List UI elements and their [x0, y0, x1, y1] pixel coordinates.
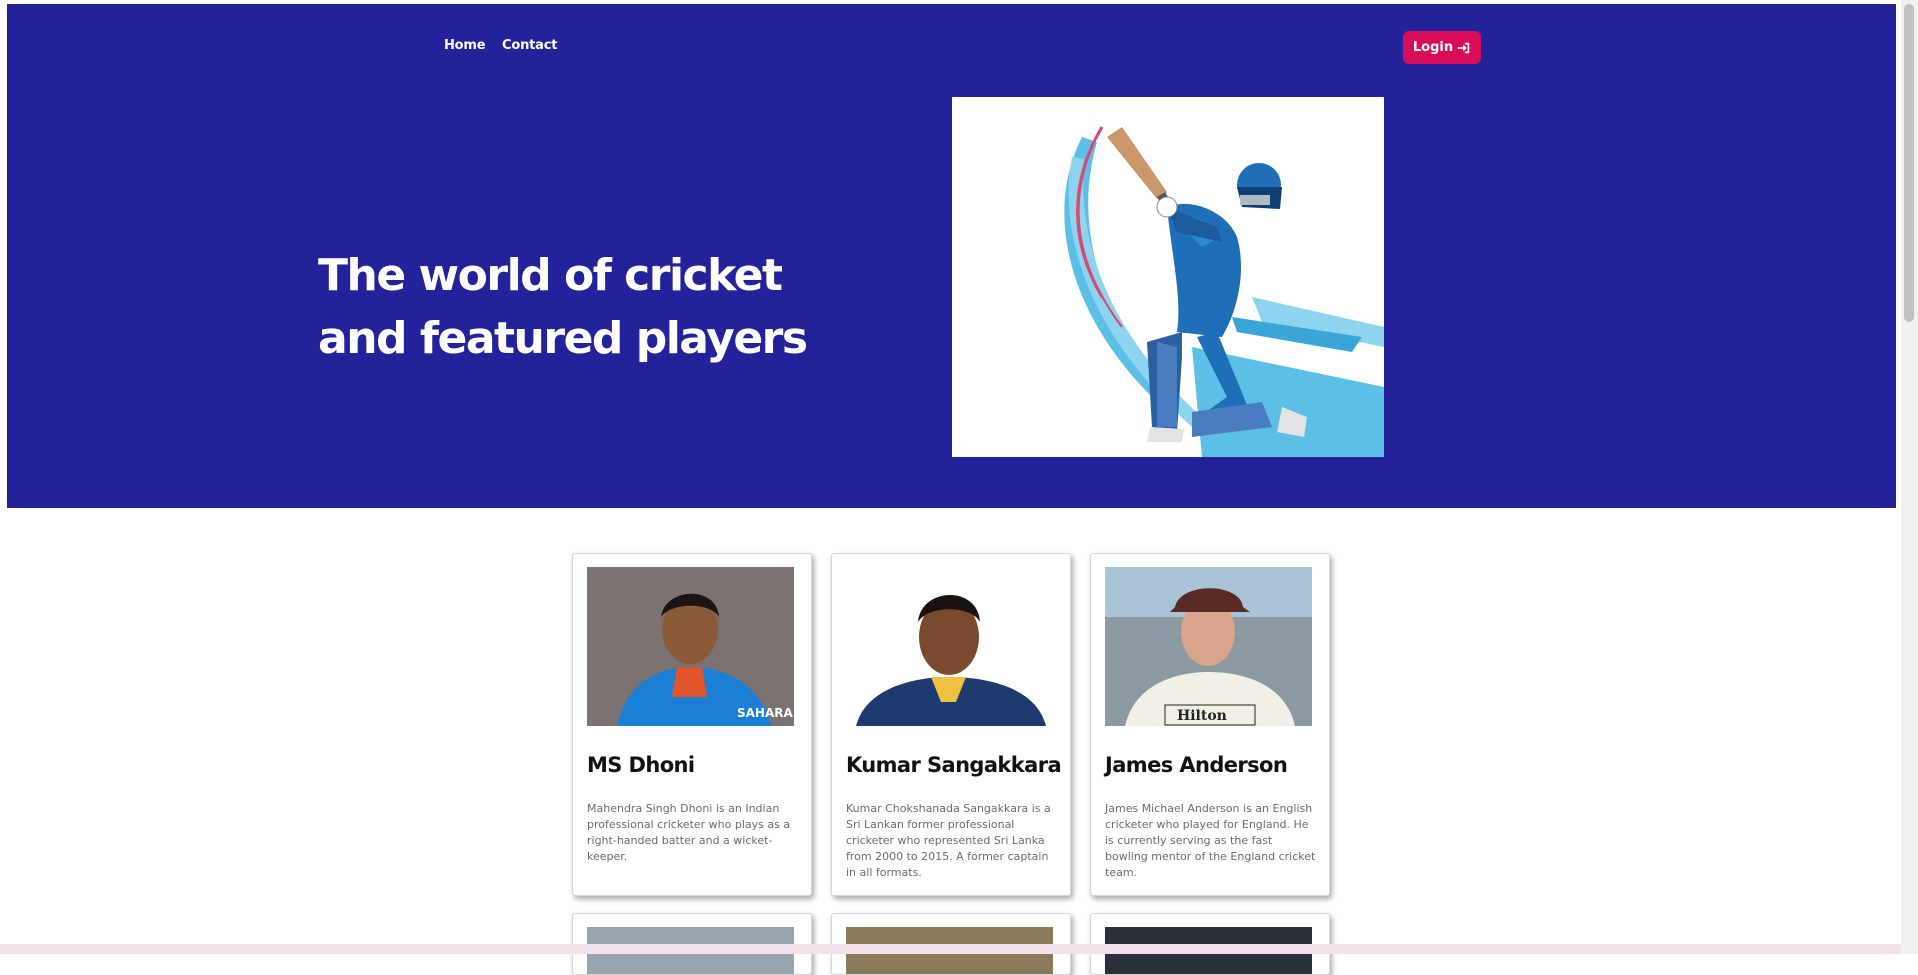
login-button-label: Login — [1412, 40, 1454, 55]
svg-text:Hilton: Hilton — [1177, 708, 1227, 724]
player-card[interactable]: SAHARA MS Dhoni Mahendra Singh Dhoni is … — [572, 553, 812, 896]
player-name: MS Dhoni — [587, 753, 695, 777]
login-icon — [1457, 42, 1470, 53]
nav-home-link[interactable]: Home — [444, 38, 486, 53]
player-card[interactable]: Hilton James Anderson James Michael Ande… — [1090, 553, 1330, 896]
player-photo-dhoni: SAHARA — [587, 567, 794, 726]
hero-cricket-illustration — [952, 97, 1384, 457]
player-card[interactable]: Kumar Sangakkara Kumar Chokshanada Sanga… — [831, 553, 1071, 896]
player-description: Kumar Chokshanada Sangakkara is a Sri La… — [846, 802, 1051, 879]
bottom-taskbar-strip — [0, 944, 1901, 954]
nav-contact-link[interactable]: Contact — [502, 38, 557, 53]
hero-title: The world of cricket and featured player… — [318, 250, 808, 364]
player-description: James Michael Anderson is an English cri… — [1105, 802, 1316, 879]
player-name: Kumar Sangakkara — [846, 753, 1062, 777]
player-description: Mahendra Singh Dhoni is an Indian profes… — [587, 802, 791, 863]
player-photo-anderson: Hilton — [1105, 567, 1312, 726]
login-button[interactable]: Login — [1403, 31, 1481, 64]
scrollbar-thumb[interactable] — [1904, 4, 1914, 322]
hero-section: Home Contact Login The world of cricket … — [7, 4, 1896, 508]
player-photo-sangakkara — [846, 567, 1053, 726]
svg-text:SAHARA: SAHARA — [737, 706, 794, 720]
player-name: James Anderson — [1105, 753, 1288, 777]
